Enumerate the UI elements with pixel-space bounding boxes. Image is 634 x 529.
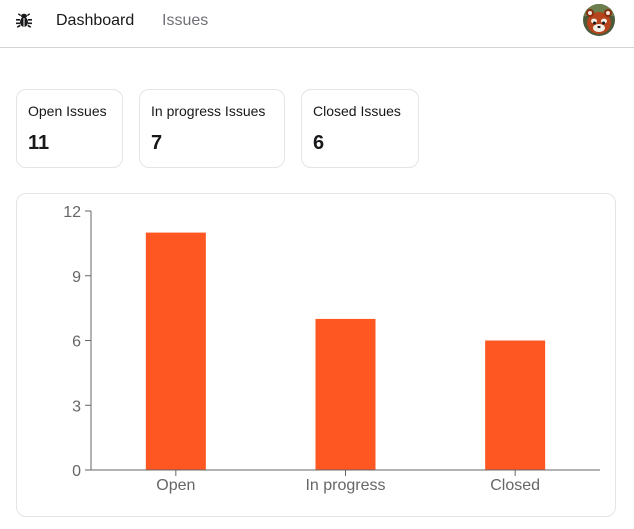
closed-issues-count: 6 [313, 132, 325, 154]
y-tick-label: 0 [72, 463, 81, 480]
nav-link-dashboard[interactable]: Dashboard [56, 11, 134, 31]
bug-icon[interactable] [15, 11, 33, 29]
open-issues-card: Open Issues 11 [16, 89, 123, 168]
user-avatar[interactable] [583, 4, 615, 36]
y-tick-label: 3 [72, 398, 81, 415]
bar-open[interactable] [145, 232, 206, 470]
x-tick-label: Closed [490, 477, 540, 494]
bar-closed[interactable] [485, 340, 546, 471]
open-issues-count: 11 [28, 132, 50, 154]
x-axis: Open In progress Closed [91, 469, 600, 494]
y-axis: 0 3 6 9 12 [63, 204, 92, 480]
bar-in-progress[interactable] [315, 318, 376, 470]
y-tick-label: 6 [72, 334, 81, 351]
y-tick-label: 12 [63, 204, 81, 221]
closed-issues-card: Closed Issues 6 [301, 89, 419, 168]
top-navbar: Dashboard Issues [0, 0, 634, 48]
in-progress-issues-label: In progress Issues [151, 103, 266, 119]
red-panda-avatar-icon [583, 4, 615, 36]
open-issues-label: Open Issues [28, 103, 107, 119]
nav-link-issues[interactable]: Issues [162, 11, 208, 31]
in-progress-issues-count: 7 [151, 132, 163, 154]
in-progress-issues-card: In progress Issues 7 [139, 89, 285, 168]
y-tick-label: 9 [72, 269, 81, 286]
bars [145, 232, 546, 471]
issues-bar-chart: 0 3 6 9 12 Open In progress Closed [63, 204, 600, 494]
x-tick-label: Open [156, 477, 195, 494]
closed-issues-label: Closed Issues [313, 103, 401, 119]
issues-bar-chart-card: 0 3 6 9 12 Open In progress Closed [16, 193, 616, 517]
x-tick-label: In progress [305, 477, 385, 494]
